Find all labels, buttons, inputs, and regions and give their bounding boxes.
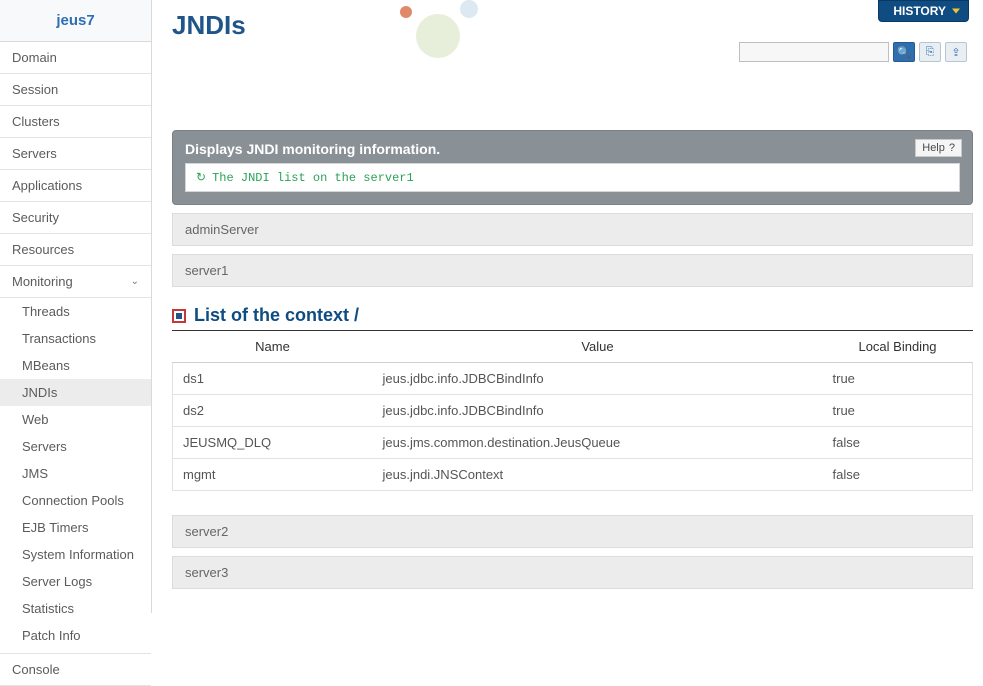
sidebar-sub-mbeans[interactable]: MBeans [0, 352, 151, 379]
cell-binding: true [823, 363, 973, 395]
sidebar-sub-transactions[interactable]: Transactions [0, 325, 151, 352]
help-label: Help [922, 142, 945, 154]
sidebar-item-security[interactable]: Security [0, 202, 151, 234]
context-icon [172, 309, 186, 323]
cell-name: mgmt [173, 459, 373, 491]
history-button[interactable]: HISTORY [878, 0, 969, 22]
sidebar-item-session[interactable]: Session [0, 74, 151, 106]
cell-value: jeus.jms.common.destination.JeusQueue [373, 427, 823, 459]
cell-name: ds1 [173, 363, 373, 395]
main-content: JNDIs HISTORY 🔍 ⎘ ⇪ Displays JNDI monito… [152, 0, 983, 613]
sidebar-item-applications[interactable]: Applications [0, 170, 151, 202]
table-row[interactable]: ds2 jeus.jdbc.info.JDBCBindInfo true [173, 395, 973, 427]
sidebar-sub-statistics[interactable]: Statistics [0, 595, 151, 622]
server-row-server1[interactable]: server1 [172, 254, 973, 287]
context-heading-text: List of the context / [194, 305, 359, 326]
sidebar-item-label: Monitoring [12, 274, 73, 289]
sidebar-sub-patch-info[interactable]: Patch Info [0, 622, 151, 649]
sidebar-sub-web[interactable]: Web [0, 406, 151, 433]
upload-icon[interactable]: ⇪ [945, 42, 967, 62]
sidebar-sub-servers[interactable]: Servers [0, 433, 151, 460]
cell-value: jeus.jdbc.info.JDBCBindInfo [373, 363, 823, 395]
sidebar-item-resources[interactable]: Resources [0, 234, 151, 266]
sidebar-sub-system-information[interactable]: System Information [0, 541, 151, 568]
cell-value: jeus.jndi.JNSContext [373, 459, 823, 491]
table-row[interactable]: mgmt jeus.jndi.JNSContext false [173, 459, 973, 491]
search-input[interactable] [739, 42, 889, 62]
cell-name: ds2 [173, 395, 373, 427]
sidebar-sub-server-logs[interactable]: Server Logs [0, 568, 151, 595]
help-icon: ? [949, 142, 955, 154]
help-button[interactable]: Help ? [915, 139, 962, 157]
search-icon[interactable]: 🔍 [893, 42, 915, 62]
column-name[interactable]: Name [173, 331, 373, 363]
sidebar-sub-jms[interactable]: JMS [0, 460, 151, 487]
info-message: The JNDI list on the server1 [212, 171, 414, 185]
context-heading: List of the context / [172, 305, 973, 331]
table-row[interactable]: ds1 jeus.jdbc.info.JDBCBindInfo true [173, 363, 973, 395]
sidebar-item-console[interactable]: Console [0, 654, 151, 686]
server-row-server2[interactable]: server2 [172, 515, 973, 548]
server-row-adminserver[interactable]: adminServer [172, 213, 973, 246]
sidebar-monitoring-children: Threads Transactions MBeans JNDIs Web Se… [0, 298, 151, 654]
cell-name: JEUSMQ_DLQ [173, 427, 373, 459]
column-local-binding[interactable]: Local Binding [823, 331, 973, 363]
sidebar-item-domain[interactable]: Domain [0, 42, 151, 74]
sidebar-sub-threads[interactable]: Threads [0, 298, 151, 325]
server-row-server3[interactable]: server3 [172, 556, 973, 589]
info-message-box: ↻ The JNDI list on the server1 [185, 163, 960, 192]
cell-binding: true [823, 395, 973, 427]
sidebar-item-monitoring[interactable]: Monitoring ⌄ [0, 266, 151, 298]
sidebar-item-clusters[interactable]: Clusters [0, 106, 151, 138]
sidebar-sub-jndis[interactable]: JNDIs [0, 379, 151, 406]
context-table: Name Value Local Binding ds1 jeus.jdbc.i… [172, 331, 973, 491]
sidebar-item-servers[interactable]: Servers [0, 138, 151, 170]
app-title[interactable]: jeus7 [0, 0, 151, 42]
chevron-down-icon: ⌄ [131, 276, 139, 287]
sidebar-sub-ejb-timers[interactable]: EJB Timers [0, 514, 151, 541]
refresh-icon[interactable]: ↻ [196, 170, 206, 185]
cell-value: jeus.jdbc.info.JDBCBindInfo [373, 395, 823, 427]
column-value[interactable]: Value [373, 331, 823, 363]
info-banner-title: Displays JNDI monitoring information. [185, 141, 960, 157]
table-row[interactable]: JEUSMQ_DLQ jeus.jms.common.destination.J… [173, 427, 973, 459]
cell-binding: false [823, 427, 973, 459]
sidebar: jeus7 Domain Session Clusters Servers Ap… [0, 0, 152, 613]
info-banner: Displays JNDI monitoring information. He… [172, 130, 973, 205]
export-icon[interactable]: ⎘ [919, 42, 941, 62]
cell-binding: false [823, 459, 973, 491]
sidebar-sub-connection-pools[interactable]: Connection Pools [0, 487, 151, 514]
